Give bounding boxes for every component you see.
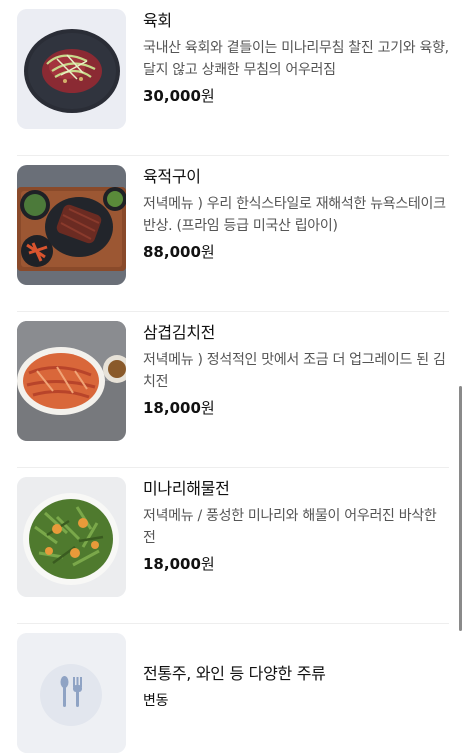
yukhoe-photo: [17, 9, 126, 129]
steak-platter-photo: [17, 165, 126, 285]
item-name: 육적구이: [143, 167, 201, 186]
price-value: 18,000: [143, 399, 201, 417]
item-description: 저녁메뉴 ) 우리 한식스타일로 재해석한 뉴욕스테이크 반상. (프라임 등급…: [143, 196, 446, 234]
price-currency: 원: [200, 399, 215, 417]
menu-item-minari-haemuljeon[interactable]: 미나리해물전 저녁메뉴 / 풍성한 미나리와 해물이 어우러진 바삭한 전 18…: [17, 468, 449, 624]
item-name: 육회: [143, 11, 172, 30]
menu-item-samgyeop-kimchijeon[interactable]: 삼겹김치전 저녁메뉴 ) 정석적인 맛에서 조금 더 업그레이드 된 김치전 1…: [17, 312, 449, 468]
price-currency: 원: [200, 555, 215, 573]
kimchi-pancake-photo: [17, 321, 126, 441]
menu-item-beverages[interactable]: 전통주, 와인 등 다양한 주류 변동: [17, 624, 449, 755]
price-currency: 원: [200, 87, 215, 105]
menu-item-yukhoe[interactable]: 육회 국내산 육회와 곁들이는 미나리무침 찰진 고기와 육향, 달지 않고 상…: [17, 0, 449, 156]
utensils-icon: [17, 633, 126, 753]
price-value: 30,000: [143, 87, 201, 105]
item-price: 30,000원: [143, 85, 449, 107]
item-price: 18,000원: [143, 397, 449, 419]
price-value: 18,000: [143, 555, 201, 573]
price-value: 88,000: [143, 243, 201, 261]
item-description: 국내산 육회와 곁들이는 미나리무침 찰진 고기와 육향, 달지 않고 상쾌한 …: [143, 40, 449, 78]
menu-list: 육회 국내산 육회와 곁들이는 미나리무침 찰진 고기와 육향, 달지 않고 상…: [0, 0, 466, 755]
item-price: 88,000원: [143, 241, 449, 263]
item-description: 저녁메뉴 ) 정석적인 맛에서 조금 더 업그레이드 된 김치전: [143, 352, 446, 390]
item-price: 18,000원: [143, 553, 449, 575]
price-currency: 원: [200, 243, 215, 261]
item-name: 전통주, 와인 등 다양한 주류: [143, 664, 326, 683]
seafood-pancake-photo: [17, 477, 126, 597]
item-name: 미나리해물전: [143, 479, 230, 498]
menu-item-yukjeok-gui[interactable]: 육적구이 저녁메뉴 ) 우리 한식스타일로 재해석한 뉴욕스테이크 반상. (프…: [17, 156, 449, 312]
item-name: 삼겹김치전: [143, 323, 216, 342]
scrollbar-thumb[interactable]: [459, 386, 462, 631]
item-price-note: 변동: [143, 693, 169, 709]
item-description: 저녁메뉴 / 풍성한 미나리와 해물이 어우러진 바삭한 전: [143, 508, 437, 546]
beverage-placeholder: [17, 633, 126, 753]
